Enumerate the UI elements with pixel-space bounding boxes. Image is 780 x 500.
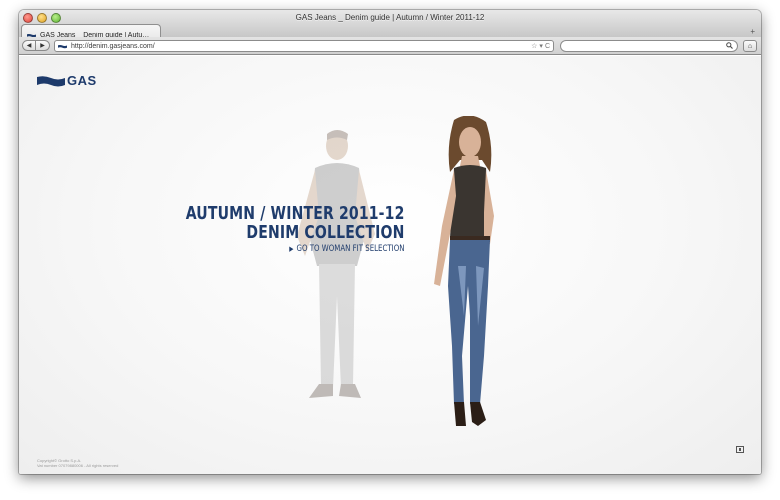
forward-button[interactable]: ▶ [36,40,50,51]
address-bar-icons: ☆ ▾ C [531,41,550,52]
gas-flag-icon [58,44,67,48]
headline-collection: DENIM COLLECTION [246,222,405,243]
navigation-toolbar: ◀ ▶ http://denim.gasjeans.com/ ☆ ▾ C ⌂ [19,37,761,55]
cta-label: GO TO WOMAN FIT SELECTION [297,244,405,254]
window-title: GAS Jeans _ Denim guide | Autumn / Winte… [295,13,485,22]
fullscreen-icon[interactable] [736,446,744,453]
back-button[interactable]: ◀ [22,40,36,51]
female-model-image [434,116,494,426]
gas-logo[interactable]: GAS [37,73,97,88]
bookmark-star-icon[interactable]: ☆ [531,41,537,52]
logo-text: GAS [67,73,97,88]
headline-season: AUTUMN / WINTER 2011-12 [186,203,405,224]
male-model-image [297,130,375,398]
history-buttons: ◀ ▶ [22,40,50,51]
browser-window: GAS Jeans _ Denim guide | Autumn / Winte… [19,10,761,474]
url-text[interactable]: http://denim.gasjeans.com/ [71,43,155,50]
page-content: GAS AUTUMN / WINTER 2011-12 DENIM COLLEC… [19,56,761,474]
search-icon[interactable] [726,42,733,51]
search-input[interactable] [560,40,738,52]
collection-headline: AUTUMN / WINTER 2011-12 DENIM COLLECTION… [186,204,405,254]
woman-fit-selection-link[interactable]: ▶ GO TO WOMAN FIT SELECTION [186,244,405,254]
address-bar[interactable]: http://denim.gasjeans.com/ ☆ ▾ C [54,40,554,52]
play-arrow-icon: ▶ [289,245,294,253]
new-tab-button[interactable]: + [750,27,755,36]
home-button[interactable]: ⌂ [743,40,757,52]
history-dropdown-icon[interactable]: ▾ [539,41,543,52]
reload-icon[interactable]: C [545,41,550,52]
gas-flag-icon [37,75,65,86]
vat-text: Vat number 07079880006 - All rights rese… [37,463,119,468]
copyright-footer: Copyright© Grotto S.p.A. Vat number 0707… [37,458,118,468]
